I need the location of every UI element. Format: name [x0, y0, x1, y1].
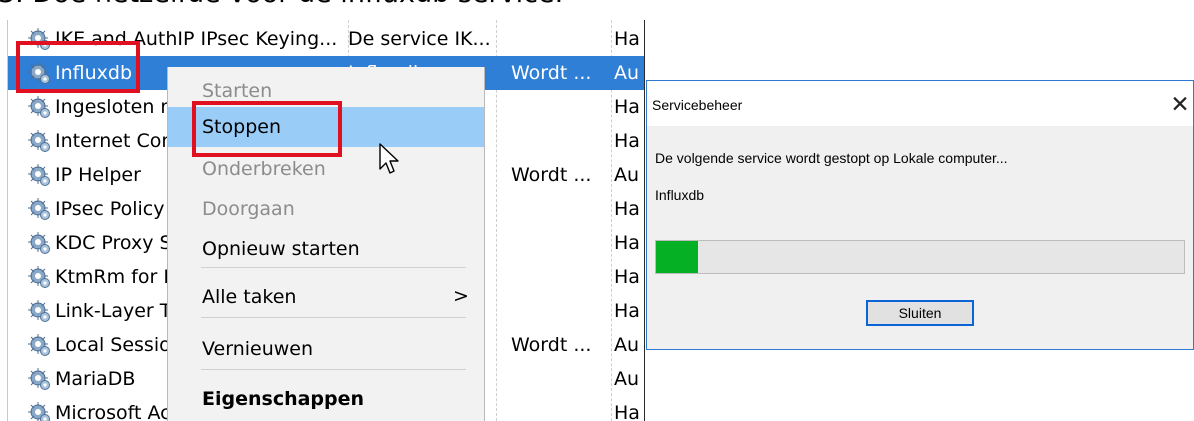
step-title: 3. Doe hetzelfde voor de influxdb servic…: [0, 0, 563, 9]
gear-icon: [27, 231, 51, 255]
menu-item-doorgaan[interactable]: Doorgaan: [168, 189, 484, 229]
dialog-title: Servicebeheer: [652, 97, 743, 113]
service-status: Wordt ...: [511, 62, 592, 84]
service-startup-type: Ha: [614, 402, 640, 421]
service-startup-type: Au: [614, 334, 640, 356]
menu-item-alle-taken[interactable]: Alle taken >: [168, 277, 484, 317]
gear-icon: [27, 197, 51, 221]
service-status: Wordt ...: [511, 334, 592, 356]
gear-icon: [27, 333, 51, 357]
service-startup-type: Au: [614, 368, 640, 390]
menu-item-opnieuw-starten[interactable]: Opnieuw starten: [168, 229, 484, 269]
menu-item-label: Opnieuw starten: [202, 238, 360, 260]
highlight-stoppen-item: [192, 101, 342, 157]
progress-bar: [655, 240, 1185, 274]
service-startup-type: Ha: [614, 232, 640, 254]
gear-icon: [27, 265, 51, 289]
gear-icon: [27, 367, 51, 391]
gear-icon: [27, 401, 51, 421]
menu-item-vernieuwen[interactable]: Vernieuwen: [168, 329, 484, 369]
menu-item-eigenschappen[interactable]: Eigenschappen: [168, 379, 484, 419]
service-startup-type: Au: [614, 62, 640, 84]
service-name: MariaDB: [55, 368, 136, 390]
dialog-service-name: Influxdb: [655, 187, 705, 203]
menu-item-label: Vernieuwen: [202, 338, 314, 360]
service-startup-type: Ha: [614, 28, 640, 50]
menu-item-label: Eigenschappen: [202, 388, 365, 410]
service-startup-type: Au: [614, 164, 640, 186]
gear-icon: [27, 95, 51, 119]
close-icon[interactable]: ✕: [1169, 91, 1191, 117]
mouse-pointer-icon: [379, 143, 399, 174]
menu-item-label: Onderbreken: [202, 158, 326, 180]
menu-separator: [201, 317, 466, 318]
service-name: IP Helper: [55, 164, 141, 186]
service-startup-type: Ha: [614, 300, 640, 322]
gear-icon: [27, 129, 51, 153]
menu-item-label: Alle taken: [202, 286, 297, 308]
chevron-right-icon: >: [453, 285, 469, 307]
service-description: De service IK...: [348, 28, 491, 50]
service-status: Wordt ...: [511, 164, 592, 186]
menu-item-label: Starten: [202, 80, 273, 102]
gear-icon: [27, 299, 51, 323]
service-control-dialog: Servicebeheer ✕ De volgende service word…: [646, 80, 1194, 350]
close-button[interactable]: Sluiten: [866, 300, 974, 326]
dialog-titlebar: Servicebeheer ✕: [647, 81, 1193, 126]
progress-fill: [656, 241, 699, 273]
menu-separator: [201, 369, 466, 370]
menu-item-label: Doorgaan: [202, 198, 295, 220]
service-startup-type: Ha: [614, 266, 640, 288]
dialog-message: De volgende service wordt gestopt op Lok…: [655, 150, 1008, 166]
menu-separator: [201, 267, 466, 268]
service-startup-type: Ha: [614, 96, 640, 118]
service-startup-type: Ha: [614, 130, 640, 152]
highlight-influxdb-row: [16, 41, 140, 93]
service-startup-type: Ha: [614, 198, 640, 220]
gear-icon: [27, 163, 51, 187]
